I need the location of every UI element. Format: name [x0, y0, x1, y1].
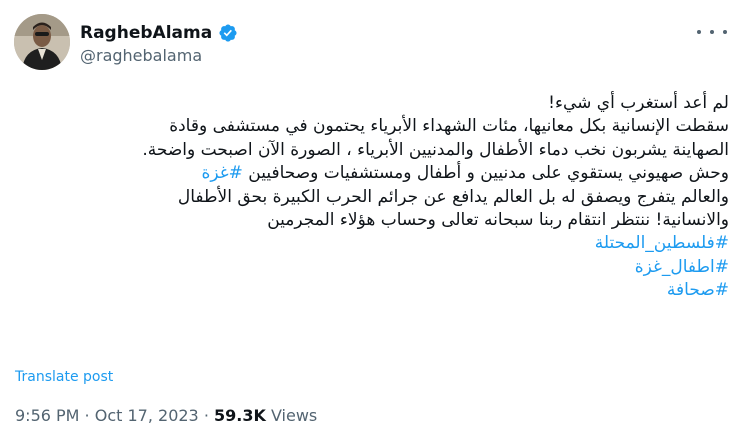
views-label: Views [265, 406, 318, 425]
tweet-text: لم أعد أستغرب أي شيء! سقطت الإنسانية بكل… [14, 92, 729, 303]
more-dot [723, 30, 727, 34]
tweet-line: الصهاينة يشربون نخب دماء الأطفال والمدني… [142, 139, 729, 160]
meta-separator: · [198, 406, 214, 425]
tweet-metadata: 9:56 PM · Oct 17, 2023 · 59.3K Views [15, 406, 317, 425]
tweet-line: والانسانية! ننتظر انتقام ربنا سبحانه تعا… [267, 210, 729, 231]
author-display-name[interactable]: RaghebAlama [80, 23, 212, 43]
hashtag-link[interactable]: #صحافة [14, 279, 729, 302]
tweet-line: لم أعد أستغرب أي شيء! [548, 93, 729, 113]
tweet-line-with-hashtag: وحش صهيوني يستقوي على مدنيين و أطفال ومس… [14, 162, 729, 185]
hashtag-link[interactable]: #اطفال_غزة [14, 256, 729, 279]
tweet-line: وحش صهيوني يستقوي على مدنيين و أطفال ومس… [248, 163, 729, 184]
tweet-time[interactable]: 9:56 PM [15, 406, 79, 425]
avatar[interactable] [14, 14, 70, 70]
more-options-icon[interactable] [697, 26, 727, 38]
meta-separator: · [79, 406, 95, 425]
more-dot [697, 30, 701, 34]
avatar-photo [14, 14, 70, 70]
tweet-date[interactable]: Oct 17, 2023 [95, 406, 199, 425]
author-name-row[interactable]: RaghebAlama [80, 22, 238, 44]
translate-post-link[interactable]: Translate post [15, 369, 113, 385]
author-handle[interactable]: @raghebalama [80, 46, 202, 65]
hashtag-link-gaza[interactable]: #غزة [201, 163, 242, 183]
views-count[interactable]: 59.3K [214, 406, 266, 425]
hashtag-link[interactable]: #فلسطين_المحتلة [14, 232, 729, 255]
tweet-line: سقطت الإنسانية بكل معانيها، مئات الشهداء… [169, 116, 729, 137]
verified-badge-icon[interactable] [218, 23, 238, 43]
tweet-line: والعالم يتفرج ويصفق له بل العالم يدافع ع… [177, 186, 729, 207]
more-dot [710, 30, 714, 34]
